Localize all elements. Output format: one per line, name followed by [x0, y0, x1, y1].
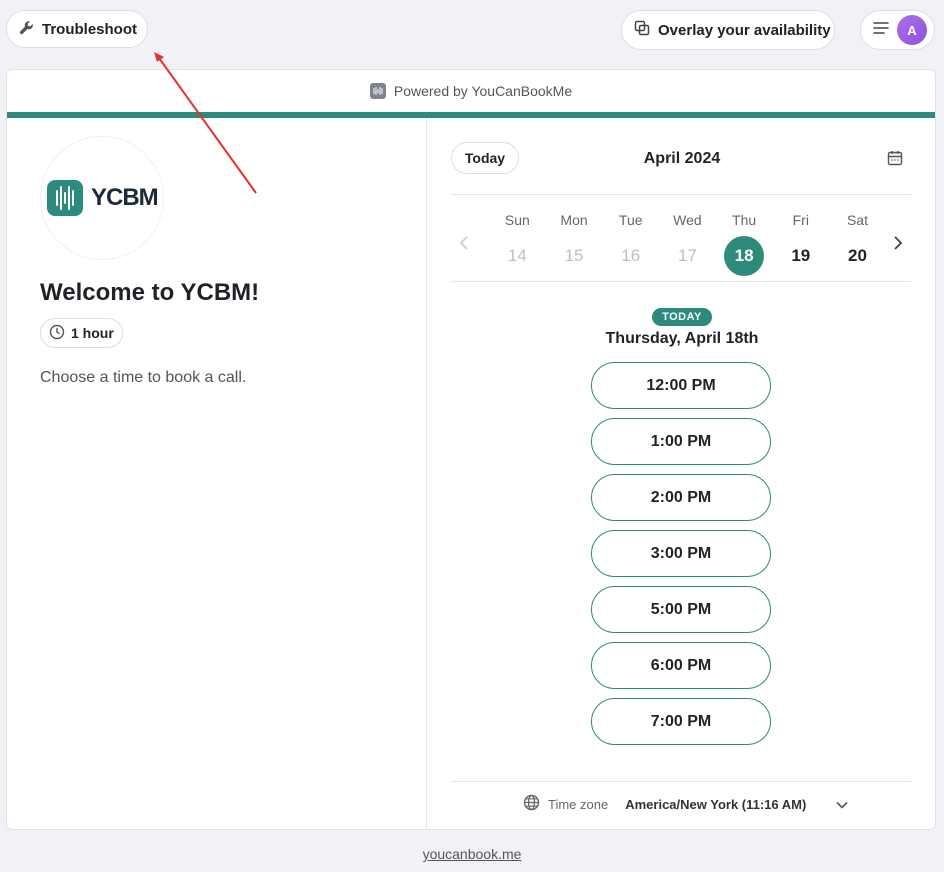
hamburger-icon	[873, 21, 889, 39]
time-slot-button[interactable]: 3:00 PM	[591, 530, 771, 577]
day-sun: Sun 14	[489, 212, 546, 276]
day-thu[interactable]: Thu 18	[716, 212, 773, 276]
day-sat[interactable]: Sat 20	[829, 212, 886, 276]
ycbm-small-logo-icon	[369, 83, 386, 99]
day-name: Sun	[504, 212, 530, 228]
logo-text: YCBM	[91, 184, 159, 211]
powered-by-text: Powered by YouCanBookMe	[393, 83, 573, 99]
timezone-label: Time zone	[548, 796, 609, 812]
profile-panel: YCBM Welcome to YCBM! 1 hour Choose a ti…	[7, 118, 427, 829]
troubleshoot-label: Troubleshoot	[42, 20, 137, 38]
overlay-label: Overlay your availability	[658, 21, 831, 39]
day-name: Fri	[792, 212, 809, 228]
calendar-icon[interactable]	[887, 150, 903, 171]
clock-icon	[49, 324, 65, 343]
day-name: Wed	[673, 212, 702, 228]
time-slot-button[interactable]: 6:00 PM	[591, 642, 771, 689]
day-wed: Wed 17	[659, 212, 716, 276]
booking-card: Powered by YouCanBookMe YCBM Welcome to …	[6, 69, 936, 830]
day-date: 14	[507, 246, 527, 265]
time-slot-button[interactable]: 12:00 PM	[591, 362, 771, 409]
day-name: Tue	[618, 212, 643, 228]
time-slot-button[interactable]: 2:00 PM	[591, 474, 771, 521]
day-fri[interactable]: Fri 19	[772, 212, 829, 276]
today-badge: TODAY	[652, 308, 712, 326]
day-date[interactable]: 20	[837, 236, 877, 276]
day-date: 15	[564, 246, 584, 265]
ycbm-logo-icon	[47, 180, 83, 216]
selected-date: Thursday, April 18th	[605, 330, 759, 347]
globe-icon	[523, 794, 540, 814]
time-slot-button[interactable]: 5:00 PM	[591, 586, 771, 633]
time-slot-button[interactable]: 7:00 PM	[591, 698, 771, 745]
timezone-value: America/New York (11:16 AM)	[625, 796, 807, 812]
time-slot-list: 12:00 PM 1:00 PM 2:00 PM 3:00 PM 5:00 PM…	[591, 362, 771, 745]
overlay-icon	[634, 20, 650, 40]
day-date-selected[interactable]: 18	[724, 236, 765, 276]
duration-badge: 1 hour	[40, 318, 123, 348]
avatar: A	[897, 15, 927, 45]
troubleshoot-button[interactable]: Troubleshoot	[6, 10, 148, 48]
powered-by-banner: Powered by YouCanBookMe	[7, 70, 935, 112]
day-name: Thu	[732, 212, 757, 228]
timezone-selector[interactable]: Time zone America/New York (11:16 AM)	[523, 794, 848, 814]
footer-link[interactable]: youcanbook.me	[0, 846, 944, 862]
day-mon: Mon 15	[546, 212, 603, 276]
description: Choose a time to book a call.	[40, 369, 247, 386]
day-date: 17	[677, 246, 697, 265]
overlay-availability-button[interactable]: Overlay your availability	[621, 10, 835, 50]
divider	[451, 194, 911, 195]
chevron-down-icon[interactable]	[836, 797, 848, 812]
menu-button[interactable]: A	[860, 10, 935, 50]
chevron-right-icon[interactable]	[891, 234, 903, 255]
time-slot-button[interactable]: 1:00 PM	[591, 418, 771, 465]
chevron-left-icon[interactable]	[459, 234, 471, 255]
page-title: Welcome to YCBM!	[40, 279, 260, 306]
day-name: Mon	[560, 212, 588, 228]
brand-logo: YCBM	[40, 136, 164, 260]
day-date[interactable]: 19	[781, 236, 821, 276]
month-title: April 2024	[643, 150, 721, 167]
divider	[451, 781, 911, 782]
week-strip: Sun 14 Mon 15 Tue 16 Wed 17 Thu 18 Fri 1…	[489, 212, 886, 276]
day-tue: Tue 16	[602, 212, 659, 276]
wrench-icon	[19, 20, 34, 39]
duration-label: 1 hour	[71, 325, 114, 341]
day-name: Sat	[846, 212, 868, 228]
divider	[451, 281, 911, 282]
calendar-panel: Today April 2024 Sun 14 Mon 15 Tue 16 We…	[427, 118, 935, 829]
day-date: 16	[621, 246, 641, 265]
